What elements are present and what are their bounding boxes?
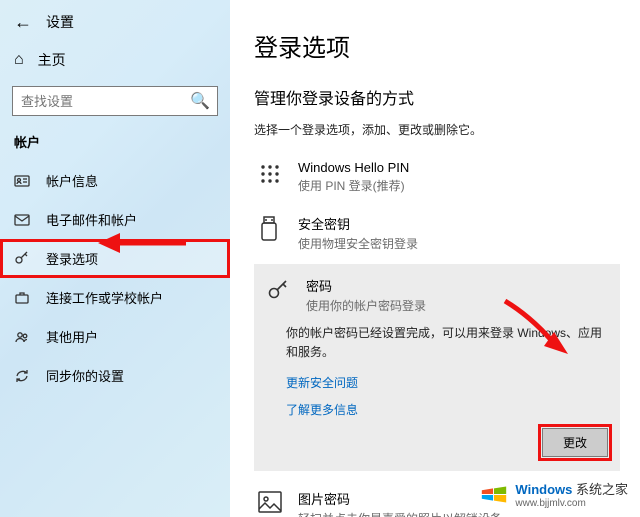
watermark-sub: 系统之家 — [576, 482, 628, 497]
main-panel: 登录选项 管理你登录设备的方式 选择一个登录选项，添加、更改或删除它。 Wind… — [230, 0, 640, 517]
sync-icon — [14, 368, 32, 384]
people-icon — [14, 329, 32, 345]
sidebar-item-email[interactable]: 电子邮件和帐户 — [0, 200, 230, 239]
home-nav[interactable]: ⌂ 主页 — [0, 40, 230, 80]
sidebar-item-label: 连接工作或学校帐户 — [46, 288, 163, 307]
section-heading: 管理你登录设备的方式 — [254, 85, 620, 109]
learn-more-link[interactable]: 了解更多信息 — [286, 401, 608, 418]
key-icon — [14, 251, 32, 267]
sidebar-item-other-users[interactable]: 其他用户 — [0, 317, 230, 356]
sidebar-category: 帐户 — [0, 126, 230, 161]
home-label: 主页 — [38, 50, 66, 70]
password-detail-text: 你的帐户密码已经设置完成，可以用来登录 Windows、应用和服务。 — [286, 324, 608, 362]
option-title: 密码 — [306, 276, 608, 295]
option-subtitle: 使用物理安全密钥登录 — [298, 235, 616, 252]
signin-option-pin[interactable]: Windows Hello PIN 使用 PIN 登录(推荐) — [254, 152, 620, 202]
section-intro: 选择一个登录选项，添加、更改或删除它。 — [254, 121, 620, 138]
page-title: 登录选项 — [254, 28, 620, 63]
option-subtitle: 使用你的帐户密码登录 — [306, 297, 608, 314]
sidebar-item-label: 帐户信息 — [46, 171, 98, 190]
key-icon — [266, 276, 292, 314]
back-arrow-icon[interactable]: ← — [14, 13, 32, 31]
change-password-button[interactable]: 更改 — [542, 428, 608, 457]
briefcase-icon — [14, 290, 32, 306]
watermark-brand: Windows — [515, 482, 572, 497]
picture-icon — [258, 489, 284, 517]
watermark: Windows 系统之家 www.bjjmlv.com — [475, 477, 632, 511]
sidebar-item-account-info[interactable]: 帐户信息 — [0, 161, 230, 200]
signin-option-password[interactable]: 密码 使用你的帐户密码登录 — [266, 276, 608, 324]
sidebar-item-signin-options[interactable]: 登录选项 — [0, 239, 230, 278]
sidebar-item-label: 电子邮件和帐户 — [46, 210, 137, 229]
mail-icon — [14, 212, 32, 228]
option-title: Windows Hello PIN — [298, 160, 616, 175]
windows-logo-icon — [479, 479, 509, 509]
home-icon: ⌂ — [14, 51, 24, 69]
update-security-questions-link[interactable]: 更新安全问题 — [286, 374, 608, 391]
sidebar-item-label: 其他用户 — [46, 327, 98, 346]
sidebar-item-label: 登录选项 — [46, 249, 98, 268]
settings-title: 设置 — [46, 12, 74, 32]
option-subtitle: 使用 PIN 登录(推荐) — [298, 177, 616, 194]
usb-key-icon — [258, 214, 284, 252]
person-card-icon — [14, 173, 32, 189]
signin-option-security-key[interactable]: 安全密钥 使用物理安全密钥登录 — [254, 206, 620, 260]
pin-pad-icon — [258, 160, 284, 194]
annotation-highlight-box: 更改 — [542, 428, 608, 457]
sidebar-item-label: 同步你的设置 — [46, 366, 124, 385]
option-title: 安全密钥 — [298, 214, 616, 233]
option-subtitle: 轻扫并点击你最喜爱的照片以解锁设备 — [298, 510, 616, 517]
signin-option-password-expanded: 密码 使用你的帐户密码登录 你的帐户密码已经设置完成，可以用来登录 Window… — [254, 264, 620, 471]
search-input[interactable] — [12, 86, 218, 116]
sidebar-item-work-school[interactable]: 连接工作或学校帐户 — [0, 278, 230, 317]
sidebar-item-sync[interactable]: 同步你的设置 — [0, 356, 230, 395]
settings-sidebar: ← 设置 ⌂ 主页 🔍 帐户 帐户信息 电子邮件和帐户 — [0, 0, 230, 517]
watermark-site: www.bjjmlv.com — [515, 498, 628, 509]
